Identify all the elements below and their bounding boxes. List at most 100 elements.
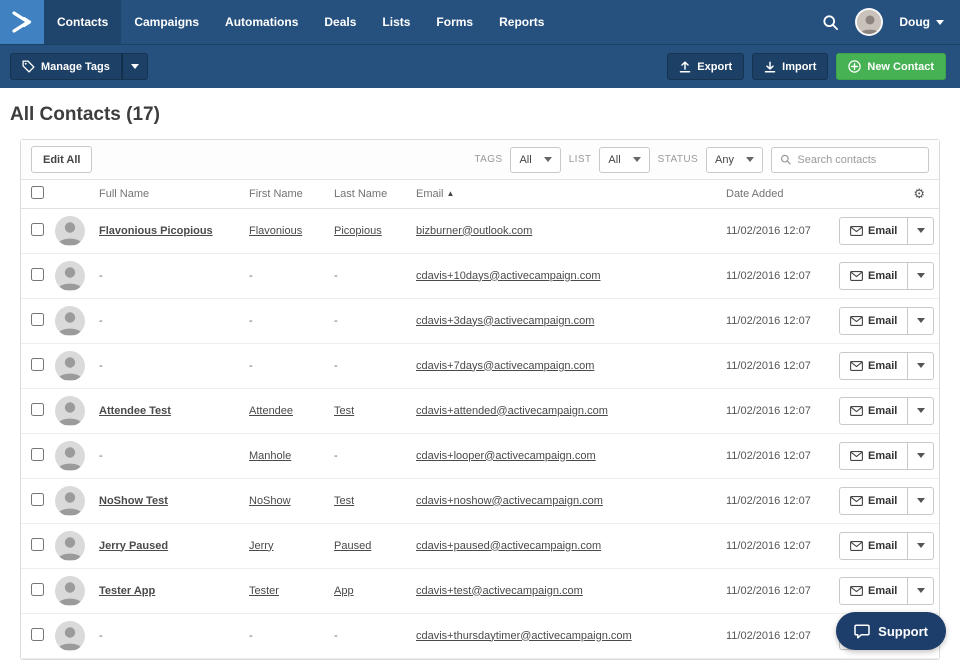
last-name-link[interactable]: - (334, 315, 338, 327)
manage-tags-dropdown[interactable] (121, 53, 148, 80)
contact-avatar[interactable] (55, 305, 85, 336)
search-contacts-input[interactable] (797, 153, 920, 166)
first-name-link[interactable]: - (249, 270, 253, 282)
row-checkbox[interactable] (31, 312, 44, 326)
contact-avatar[interactable] (55, 350, 85, 381)
row-actions-dropdown[interactable] (908, 216, 935, 245)
email-button[interactable]: Email (839, 216, 909, 245)
export-button[interactable]: Export (667, 53, 745, 80)
email-button[interactable]: Email (839, 351, 909, 380)
new-contact-button[interactable]: New Contact (836, 53, 946, 80)
first-name-link[interactable]: Jerry (249, 540, 273, 552)
email-button[interactable]: Email (839, 396, 909, 425)
column-header-first-name[interactable]: First Name (249, 180, 334, 209)
nav-item-contacts[interactable]: Contacts (44, 0, 122, 44)
full-name-link[interactable]: - (99, 360, 103, 372)
first-name-link[interactable]: Manhole (249, 450, 291, 462)
last-name-link[interactable]: - (334, 270, 338, 282)
last-name-link[interactable]: - (334, 630, 338, 642)
row-checkbox[interactable] (31, 402, 44, 416)
contact-avatar[interactable] (55, 620, 85, 651)
full-name-link[interactable]: - (99, 315, 103, 327)
last-name-link[interactable]: Paused (334, 540, 371, 552)
row-checkbox[interactable] (31, 222, 44, 236)
nav-item-forms[interactable]: Forms (423, 0, 486, 44)
nav-item-lists[interactable]: Lists (369, 0, 423, 44)
nav-item-campaigns[interactable]: Campaigns (121, 0, 212, 44)
email-button[interactable]: Email (839, 261, 909, 290)
row-actions-dropdown[interactable] (908, 396, 935, 425)
full-name-link[interactable]: Attendee Test (99, 405, 171, 417)
row-actions-dropdown[interactable] (908, 576, 935, 605)
full-name-link[interactable]: - (99, 630, 103, 642)
email-button[interactable]: Email (839, 486, 909, 515)
full-name-link[interactable]: Flavonious Picopious (99, 225, 213, 237)
row-actions-dropdown[interactable] (908, 351, 935, 380)
email-link[interactable]: cdavis+7days@activecampaign.com (416, 360, 594, 372)
row-checkbox[interactable] (31, 492, 44, 506)
last-name-link[interactable]: Test (334, 495, 354, 507)
contact-avatar[interactable] (55, 575, 85, 606)
full-name-link[interactable]: - (99, 270, 103, 282)
import-button[interactable]: Import (752, 53, 829, 80)
row-checkbox[interactable] (31, 627, 44, 641)
nav-item-automations[interactable]: Automations (212, 0, 311, 44)
row-actions-dropdown[interactable] (908, 306, 935, 335)
last-name-link[interactable]: App (334, 585, 354, 597)
row-actions-dropdown[interactable] (908, 261, 935, 290)
nav-item-reports[interactable]: Reports (486, 0, 557, 44)
last-name-link[interactable]: - (334, 450, 338, 462)
email-link[interactable]: cdavis+thursdaytimer@activecampaign.com (416, 630, 632, 642)
email-link[interactable]: bizburner@outlook.com (416, 225, 532, 237)
email-link[interactable]: cdavis+10days@activecampaign.com (416, 270, 601, 282)
row-actions-dropdown[interactable] (908, 531, 935, 560)
nav-item-deals[interactable]: Deals (311, 0, 369, 44)
select-all-checkbox[interactable] (31, 185, 44, 199)
row-checkbox[interactable] (31, 582, 44, 596)
contact-avatar[interactable] (55, 530, 85, 561)
contact-avatar[interactable] (55, 440, 85, 471)
row-actions-dropdown[interactable] (908, 486, 935, 515)
column-settings-gear-icon[interactable]: ⚙ (913, 186, 925, 201)
column-header-date-added[interactable]: Date Added (726, 180, 839, 209)
email-button[interactable]: Email (839, 531, 909, 560)
list-filter-select[interactable]: All (599, 146, 650, 173)
column-header-last-name[interactable]: Last Name (334, 180, 416, 209)
activecampaign-logo[interactable] (0, 0, 44, 44)
last-name-link[interactable]: Test (334, 405, 354, 417)
user-avatar[interactable] (855, 8, 884, 36)
email-link[interactable]: cdavis+noshow@activecampaign.com (416, 495, 603, 507)
row-checkbox[interactable] (31, 357, 44, 371)
row-checkbox[interactable] (31, 267, 44, 281)
first-name-link[interactable]: - (249, 630, 253, 642)
row-checkbox[interactable] (31, 447, 44, 461)
first-name-link[interactable]: NoShow (249, 495, 291, 507)
full-name-link[interactable]: NoShow Test (99, 495, 168, 507)
full-name-link[interactable]: Tester App (99, 585, 155, 597)
email-button[interactable]: Email (839, 576, 909, 605)
full-name-link[interactable]: Jerry Paused (99, 540, 168, 552)
contact-avatar[interactable] (55, 485, 85, 516)
column-header-full-name[interactable]: Full Name (99, 180, 249, 209)
row-actions-dropdown[interactable] (908, 441, 935, 470)
column-header-email[interactable]: Email ▲ (416, 180, 726, 209)
contact-avatar[interactable] (55, 395, 85, 426)
email-link[interactable]: cdavis+attended@activecampaign.com (416, 405, 608, 417)
search-icon[interactable] (822, 14, 839, 31)
manage-tags-button[interactable]: Manage Tags (10, 53, 122, 80)
contact-avatar[interactable] (55, 260, 85, 291)
row-checkbox[interactable] (31, 537, 44, 551)
email-button[interactable]: Email (839, 306, 909, 335)
email-link[interactable]: cdavis+looper@activecampaign.com (416, 450, 596, 462)
status-filter-select[interactable]: Any (706, 146, 763, 173)
email-link[interactable]: cdavis+test@activecampaign.com (416, 585, 583, 597)
email-link[interactable]: cdavis+3days@activecampaign.com (416, 315, 594, 327)
edit-all-button[interactable]: Edit All (31, 146, 93, 173)
first-name-link[interactable]: Flavonious (249, 225, 302, 237)
last-name-link[interactable]: Picopious (334, 225, 382, 237)
first-name-link[interactable]: Attendee (249, 405, 293, 417)
first-name-link[interactable]: - (249, 360, 253, 372)
first-name-link[interactable]: - (249, 315, 253, 327)
last-name-link[interactable]: - (334, 360, 338, 372)
user-menu[interactable]: Doug (899, 15, 944, 29)
